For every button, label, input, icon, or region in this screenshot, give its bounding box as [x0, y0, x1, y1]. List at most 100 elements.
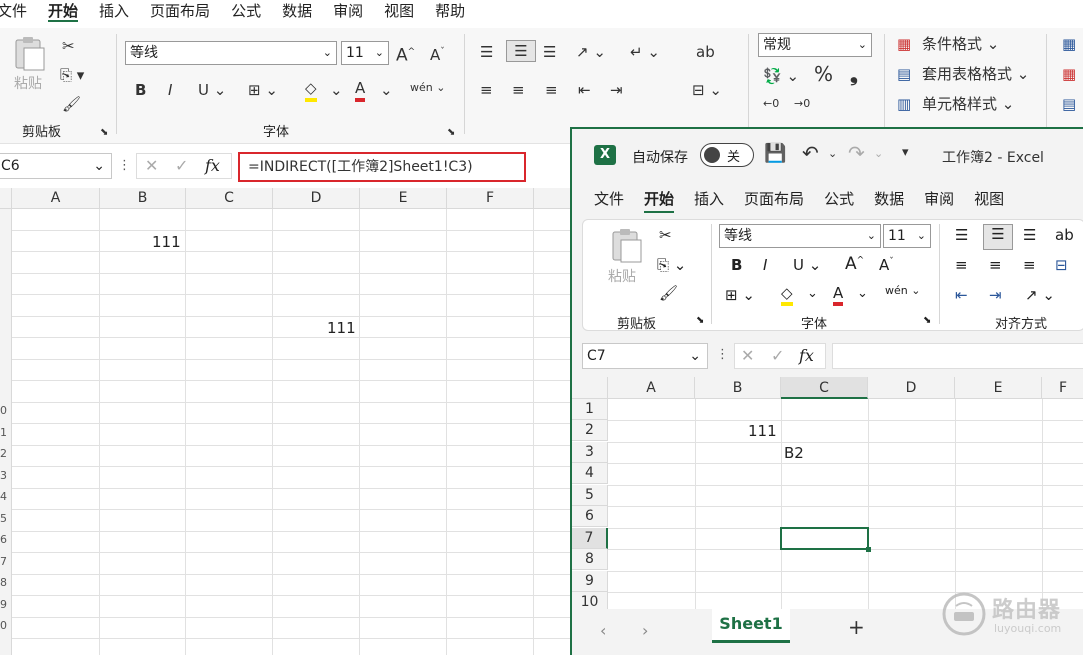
number-format-combo[interactable]: 常规 ⌄: [758, 33, 872, 57]
increase-decimal-icon[interactable]: ←0: [763, 94, 779, 114]
font-name-combo[interactable]: 等线 ⌄: [125, 41, 337, 65]
align-right-icon[interactable]: ≡: [545, 80, 558, 100]
font-color-icon[interactable]: A: [355, 78, 366, 102]
row-header[interactable]: 8: [0, 576, 11, 589]
format-cells-icon[interactable]: ▤: [1062, 94, 1076, 114]
save-icon[interactable]: 💾: [764, 143, 786, 164]
row-header-6[interactable]: 6: [572, 506, 608, 527]
font-launcher-icon[interactable]: ⬊: [923, 315, 931, 326]
align-middle-icon[interactable]: ☰: [506, 40, 536, 62]
function-icon[interactable]: fx: [799, 346, 814, 365]
decrease-indent-icon[interactable]: ⇤: [955, 286, 968, 304]
front-cell-grid[interactable]: A B C D E F 1 2 3 4 5 6 7 8 9 10 111 B2: [572, 377, 1083, 613]
row-header[interactable]: 0: [0, 619, 11, 632]
row-header[interactable]: 1: [0, 426, 11, 439]
conditional-format-icon[interactable]: ▦: [897, 34, 911, 54]
row-header-3[interactable]: 3: [572, 442, 608, 463]
shrink-font-icon[interactable]: Aˇ: [430, 42, 445, 65]
wrap-text-icon[interactable]: ↵ ⌄: [630, 42, 660, 62]
column-header-e[interactable]: E: [955, 377, 1042, 399]
orientation-icon[interactable]: ↗ ⌄: [576, 42, 606, 62]
decrease-decimal-icon[interactable]: →0: [794, 94, 810, 114]
copy-icon[interactable]: ⎘ ▾: [60, 65, 84, 85]
font-color-icon[interactable]: A: [833, 284, 844, 306]
increase-indent-icon[interactable]: ⇥: [610, 80, 623, 100]
redo-icon[interactable]: ↷: [848, 141, 865, 165]
phonetic-icon[interactable]: wén ⌄: [885, 284, 920, 297]
increase-indent-icon[interactable]: ⇥: [989, 286, 1002, 304]
clipboard-launcher-icon[interactable]: ⬊: [696, 315, 704, 326]
autosave-toggle[interactable]: 关: [700, 143, 754, 167]
column-header-b[interactable]: B: [695, 377, 781, 399]
tab-home[interactable]: 开始: [644, 185, 675, 213]
fill-color-icon[interactable]: ◇: [781, 284, 793, 306]
add-sheet-button[interactable]: +: [848, 615, 865, 639]
tab-formulas[interactable]: 公式: [824, 185, 854, 213]
fill-handle[interactable]: [866, 547, 871, 552]
prev-sheet-icon[interactable]: ‹: [600, 621, 606, 640]
tab-insert[interactable]: 插入: [694, 185, 724, 213]
cut-icon[interactable]: ✂: [659, 226, 672, 244]
align-center-icon[interactable]: ≡: [512, 80, 525, 100]
menu-page-layout[interactable]: 页面布局: [150, 0, 210, 22]
decrease-indent-icon[interactable]: ⇤: [578, 80, 591, 100]
column-header-a[interactable]: A: [12, 188, 100, 209]
font-name-combo[interactable]: 等线 ⌄: [719, 224, 881, 248]
chevron-down-icon[interactable]: ⌄: [857, 286, 868, 301]
row-header[interactable]: 6: [0, 533, 11, 546]
conditional-format-button[interactable]: 条件格式 ⌄: [922, 34, 999, 54]
customize-toolbar-icon[interactable]: ▾: [902, 145, 909, 160]
table-format-icon[interactable]: ▤: [897, 64, 911, 84]
format-painter-icon[interactable]: 🖌: [62, 94, 81, 114]
cut-icon[interactable]: ✂: [62, 36, 75, 56]
undo-icon[interactable]: ↶: [802, 141, 819, 165]
bold-icon[interactable]: B: [135, 80, 146, 100]
tab-data[interactable]: 数据: [874, 185, 904, 213]
row-header[interactable]: 2: [0, 447, 11, 460]
align-center-icon[interactable]: ≡: [989, 256, 1002, 274]
underline-icon[interactable]: U ⌄: [198, 80, 226, 100]
row-header[interactable]: 9: [0, 598, 11, 611]
row-header-5[interactable]: 5: [572, 485, 608, 506]
column-header-e[interactable]: E: [360, 188, 447, 209]
paste-button[interactable]: 粘贴: [10, 74, 46, 94]
column-header-d[interactable]: D: [273, 188, 360, 209]
tab-view[interactable]: 视图: [974, 185, 1004, 213]
menu-data[interactable]: 数据: [282, 0, 312, 22]
border-icon[interactable]: ⊞ ⌄: [725, 286, 755, 304]
function-icon[interactable]: fx: [205, 156, 220, 175]
paste-icon[interactable]: [609, 228, 643, 264]
italic-icon[interactable]: I: [168, 80, 172, 100]
name-box[interactable]: C6 ⌄: [0, 153, 112, 179]
align-left-icon[interactable]: ≡: [955, 256, 968, 274]
insert-cells-icon[interactable]: ▦: [1062, 34, 1076, 54]
formula-input[interactable]: [832, 343, 1083, 369]
fill-color-icon[interactable]: ◇: [305, 78, 317, 102]
column-header-g[interactable]: [534, 188, 574, 209]
font-size-combo[interactable]: 11 ⌄: [341, 41, 389, 65]
column-header-c[interactable]: C: [186, 188, 273, 209]
chevron-down-icon[interactable]: ⌄: [807, 286, 818, 301]
column-header-d[interactable]: D: [868, 377, 955, 399]
align-bottom-icon[interactable]: ☰: [1023, 226, 1036, 244]
grow-font-icon[interactable]: A^: [845, 254, 864, 274]
menu-home[interactable]: 开始: [48, 0, 79, 22]
phonetic-icon[interactable]: wén ⌄: [410, 78, 445, 98]
chevron-down-icon[interactable]: ⌄: [828, 147, 837, 160]
currency-icon[interactable]: 💱 ⌄: [763, 66, 799, 86]
row-header[interactable]: 0: [0, 404, 11, 417]
menu-file[interactable]: 文件: [0, 0, 27, 22]
active-cell-c7[interactable]: [780, 527, 869, 550]
align-top-icon[interactable]: ☰: [480, 42, 493, 62]
row-header-1[interactable]: 1: [572, 399, 608, 420]
paste-icon[interactable]: [12, 36, 46, 72]
bold-icon[interactable]: B: [731, 256, 742, 274]
select-all-corner[interactable]: [572, 377, 608, 399]
column-header-a[interactable]: A: [608, 377, 695, 399]
align-bottom-icon[interactable]: ☰: [543, 42, 556, 62]
merge-icon[interactable]: ⊟ ⌄: [692, 80, 722, 100]
cancel-icon[interactable]: ✕: [741, 346, 754, 365]
column-header-b[interactable]: B: [100, 188, 186, 209]
back-cell-grid[interactable]: 111 111: [12, 209, 572, 655]
align-right-icon[interactable]: ≡: [1023, 256, 1036, 274]
